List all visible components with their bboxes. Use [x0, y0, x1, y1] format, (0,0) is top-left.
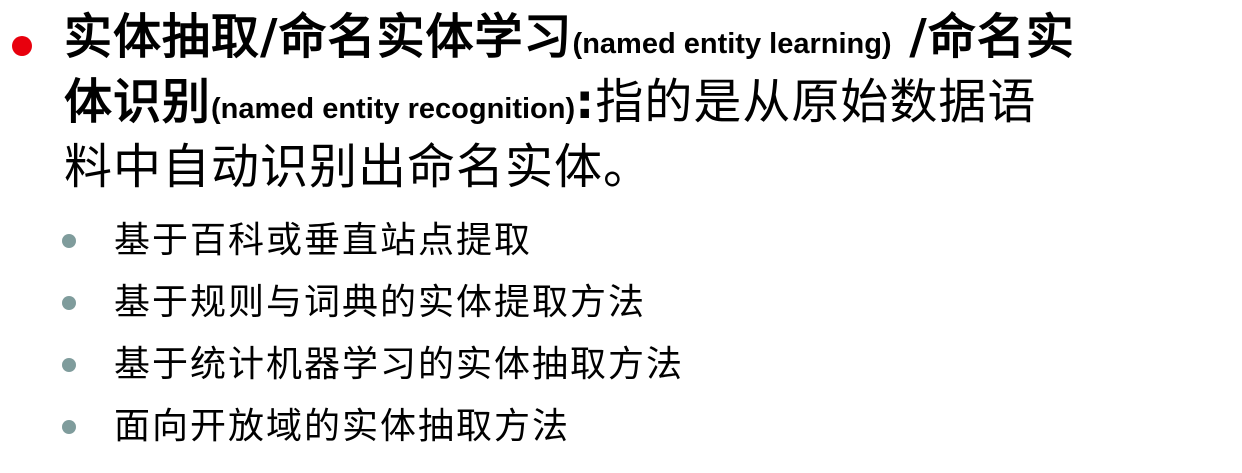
- sub-bullet-dot: [62, 420, 76, 434]
- sub-bullet-dot: [62, 234, 76, 248]
- term-en-2: (named entity recognition): [211, 93, 576, 125]
- term-slash: /: [891, 9, 928, 65]
- definition-part-1: 指的是从原始数据语: [595, 74, 1037, 130]
- slide: 实体抽取/命名实体学习(named entity learning) /命名实体…: [0, 0, 1242, 473]
- sub-point-item: 面向开放域的实体抽取方法: [0, 396, 1242, 458]
- sub-point-text: 基于统计机器学习的实体抽取方法: [114, 344, 685, 385]
- sub-bullet-dot: [62, 296, 76, 310]
- sub-point-item: 基于百科或垂直站点提取: [0, 210, 1242, 272]
- term-cn-1: 实体抽取/命名实体学习: [64, 9, 573, 65]
- sub-point-item: 基于统计机器学习的实体抽取方法: [0, 334, 1242, 396]
- definition-part-2: 料中自动识别出命名实体。: [64, 139, 653, 195]
- sub-point-item: 基于规则与词典的实体提取方法: [0, 272, 1242, 334]
- sub-bullet-dot: [62, 358, 76, 372]
- sub-point-text: 基于规则与词典的实体提取方法: [114, 282, 647, 323]
- main-bullet-dot: [12, 36, 32, 56]
- term-cn-2b: 体识别: [64, 74, 212, 130]
- sub-point-text: 基于百科或垂直站点提取: [114, 220, 533, 261]
- sub-point-list: 基于百科或垂直站点提取 基于规则与词典的实体提取方法 基于统计机器学习的实体抽取…: [0, 210, 1242, 458]
- main-point: 实体抽取/命名实体学习(named entity learning) /命名实体…: [64, 8, 1234, 196]
- sub-point-text: 面向开放域的实体抽取方法: [114, 406, 571, 447]
- term-cn-2a: 命名实: [927, 9, 1075, 65]
- term-colon: :: [575, 74, 596, 130]
- term-en-1: (named entity learning): [572, 28, 892, 60]
